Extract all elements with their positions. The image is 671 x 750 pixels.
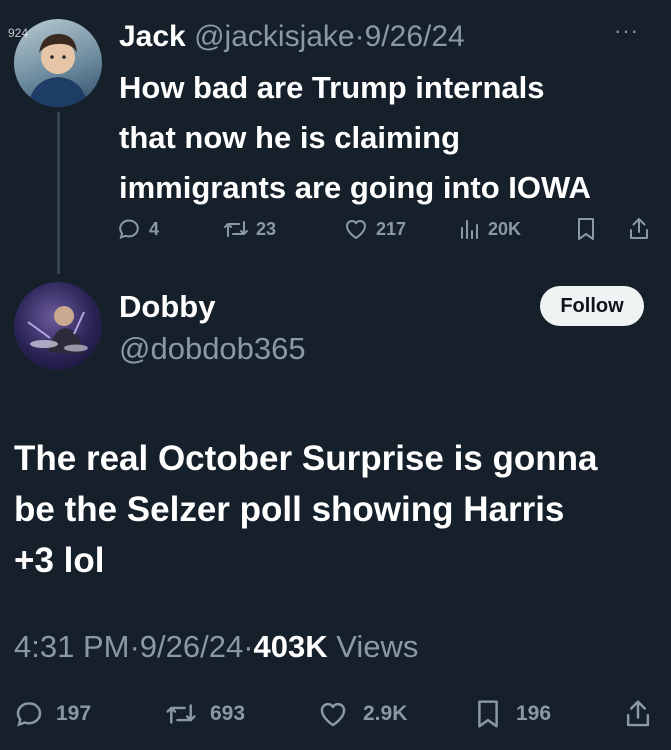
reply-count: 4 [149,218,160,239]
text-line: +3 lol [14,541,105,580]
tweet-date[interactable]: 9/26/24 [140,629,243,664]
heart-icon [320,702,346,727]
share-icon [626,700,650,727]
retweet-icon [166,704,196,724]
retweet-button[interactable]: 693 [164,699,245,729]
parent-action-bar: 4 23 217 20K [117,214,657,244]
retweet-count: 23 [256,218,277,239]
main-tweet-text: The real October Surprise is gonna be th… [14,433,597,586]
like-button[interactable]: 2.9K [317,699,407,729]
views-count: 403K [253,629,328,664]
avatar-overlay-text: 924 [8,26,29,40]
dobby-avatar[interactable] [14,282,102,370]
heart-icon [346,220,366,239]
text-line: that now he is claiming [119,120,461,155]
main-author-name[interactable]: Dobby [119,288,215,326]
retweet-count: 693 [210,702,246,725]
share-button[interactable] [623,698,653,730]
bookmark-count: 196 [516,702,552,725]
author-handle[interactable]: @jackisjake [194,20,355,53]
bookmark-icon [478,700,498,728]
tweet-metadata: 4:31 PM·9/26/24·403K Views [14,627,418,667]
parent-tweet-header: Jack @jackisjake·9/26/24 [119,18,465,56]
text-line: be the Selzer poll showing Harris [14,490,565,529]
view-count: 20K [488,218,522,239]
retweet-icon [224,221,248,237]
views-chart-icon [461,220,478,239]
views-button[interactable]: 20K [457,217,521,241]
main-action-bar: 197 693 2.9K 196 [14,698,659,730]
separator: · [354,20,365,53]
text-line: The real October Surprise is gonna [14,439,598,478]
tweet-time[interactable]: 4:31 PM [14,629,129,664]
reply-icon [119,219,139,240]
reply-button[interactable]: 197 [14,699,91,729]
tweet-date[interactable]: 9/26/24 [365,20,465,53]
bookmark-button[interactable]: 196 [474,698,551,730]
text-line: How bad are Trump internals [119,70,545,105]
reply-icon [16,702,42,727]
bookmark-button[interactable] [575,216,597,242]
like-count: 217 [376,218,407,239]
reply-count: 197 [56,702,92,725]
more-options-icon[interactable]: ··· [614,18,639,44]
text-line: immigrants are going into IOWA [119,170,591,205]
separator: · [243,629,254,664]
like-button[interactable]: 217 [343,217,406,241]
separator: · [129,629,140,664]
main-author-handle[interactable]: @dobdob365 [119,330,306,368]
like-count: 2.9K [363,702,408,725]
dobby-avatar-art [27,306,88,354]
bookmark-icon [578,218,594,240]
share-icon [630,218,648,239]
reply-button[interactable]: 4 [117,217,159,241]
share-button[interactable] [627,216,651,242]
views-label[interactable]: Views [336,629,418,664]
author-name[interactable]: Jack [119,20,186,53]
parent-tweet-text: How bad are Trump internals that now he … [119,63,591,213]
follow-button[interactable]: Follow [540,286,644,326]
retweet-button[interactable]: 23 [222,217,276,241]
thread-line [57,112,60,274]
